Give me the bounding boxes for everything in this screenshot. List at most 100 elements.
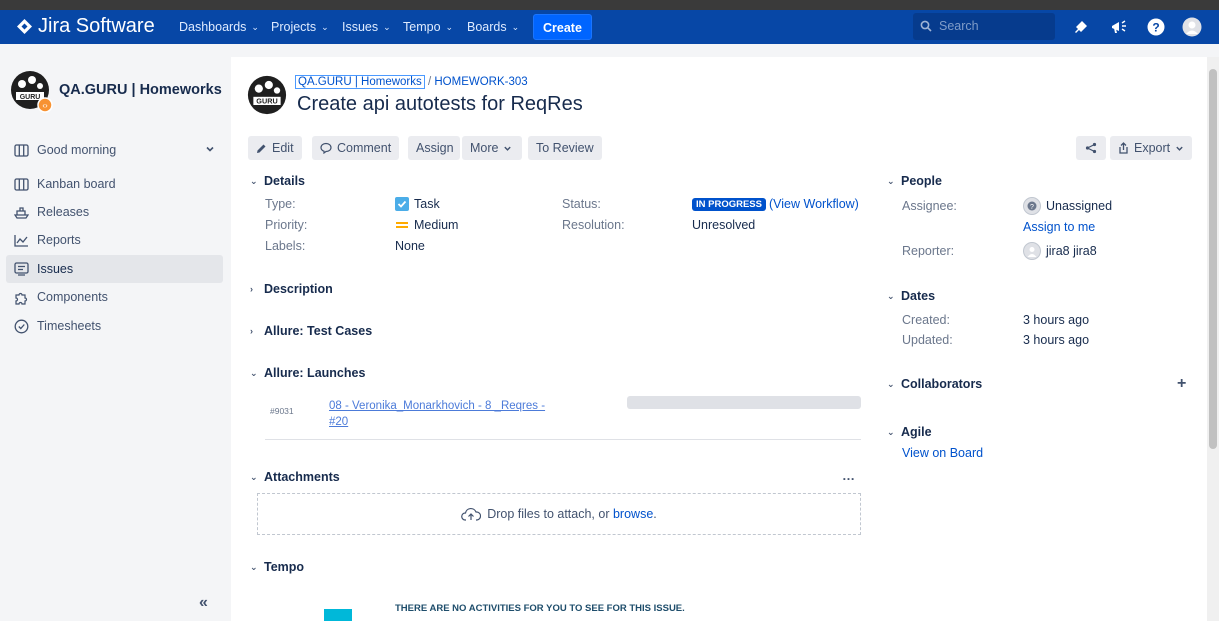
allure-launches-heading: Allure: Launches <box>264 366 366 380</box>
page-scrollbar[interactable] <box>1207 57 1219 621</box>
scrollbar-thumb[interactable] <box>1209 69 1217 449</box>
nav-issues[interactable]: Issues ⌄ <box>342 10 391 44</box>
nav-dashboards[interactable]: Dashboards ⌄ <box>179 10 259 44</box>
assignee-label: Assignee: <box>902 199 957 213</box>
updated-label: Updated: <box>902 333 953 347</box>
tempo-heading: Tempo <box>264 560 305 574</box>
chevron-down-icon: ⌄ <box>511 21 520 32</box>
reporter-value[interactable]: jira8 jira8 <box>1023 242 1097 260</box>
priority-medium-icon <box>396 222 408 228</box>
view-workflow-link[interactable]: (View Workflow) <box>769 197 859 211</box>
tempo-empty-notice: THERE ARE NO ACTIVITIES FOR YOU TO SEE F… <box>395 603 685 614</box>
chevron-down-icon: ⌄ <box>887 426 895 437</box>
issue-title[interactable]: Create api autotests for ReqRes <box>297 93 583 116</box>
labels-value: None <box>395 239 425 253</box>
breadcrumb-issue-key[interactable]: HOMEWORK-303 <box>434 76 527 88</box>
tempo-section-toggle[interactable]: ⌄ Tempo <box>250 560 304 574</box>
sidebar-item-label: Components <box>37 290 108 304</box>
help-icon[interactable]: ? <box>1145 16 1167 38</box>
agile-section-toggle[interactable]: ⌄ Agile <box>887 425 932 439</box>
issues-icon <box>12 260 30 278</box>
issue-view: GURU QA.GURU | Homeworks / HOMEWORK-303 … <box>231 57 1207 621</box>
svg-text:?: ? <box>1152 21 1159 35</box>
notifications-icon[interactable] <box>1070 16 1092 38</box>
share-icon <box>1085 142 1097 154</box>
search-placeholder: Search <box>939 19 979 33</box>
chevron-down-icon <box>206 146 214 152</box>
project-avatar[interactable]: GURU ‹› <box>10 70 53 113</box>
create-button[interactable]: Create <box>533 14 592 40</box>
people-section-toggle[interactable]: ⌄ People <box>887 174 942 188</box>
details-heading: Details <box>264 174 305 188</box>
export-icon <box>1119 142 1128 154</box>
reporter-label: Reporter: <box>902 244 955 258</box>
svg-text:‹›: ‹› <box>42 101 48 110</box>
jira-logo[interactable]: Jira Software <box>16 15 155 38</box>
type-value-text: Task <box>414 197 440 211</box>
breadcrumb-separator: / <box>427 76 432 88</box>
nav-tempo[interactable]: Tempo ⌄ <box>403 10 453 44</box>
attachment-dropzone[interactable]: Drop files to attach, or browse. <box>257 493 861 535</box>
assign-label: Assign <box>416 141 454 155</box>
puzzle-icon <box>12 288 30 306</box>
breadcrumb-project[interactable]: QA.GURU | Homeworks <box>295 75 425 89</box>
launch-name-line2: #20 <box>329 416 349 428</box>
allure-launches-section-toggle[interactable]: ⌄ Allure: Launches <box>250 366 365 380</box>
pencil-icon <box>257 144 266 153</box>
announcements-icon[interactable] <box>1108 16 1130 38</box>
sidebar-item-releases[interactable]: Releases <box>6 198 223 226</box>
type-label: Type: <box>265 197 296 211</box>
description-section-toggle[interactable]: › Description <box>250 282 333 296</box>
launch-link[interactable]: 08 - Veronika_Monarkhovich - 8 _Reqres -… <box>329 398 545 430</box>
allure-test-cases-section-toggle[interactable]: › Allure: Test Cases <box>250 324 372 338</box>
chevron-down-icon: ⌄ <box>887 378 895 389</box>
export-button[interactable]: Export <box>1110 136 1193 160</box>
project-name[interactable]: QA.GURU | Homeworks <box>59 82 222 98</box>
sidebar-item-label: Good morning <box>37 143 117 157</box>
search-icon <box>920 20 932 32</box>
agile-heading: Agile <box>901 425 932 439</box>
more-button[interactable]: More <box>462 136 522 160</box>
details-section-toggle[interactable]: ⌄ Details <box>250 174 305 188</box>
attachments-section-toggle[interactable]: ⌄ Attachments <box>250 470 340 484</box>
assign-button[interactable]: Assign <box>408 136 460 160</box>
top-navigation: Jira Software Dashboards ⌄ Projects ⌄ Issu… <box>0 10 1219 44</box>
to-review-button[interactable]: To Review <box>528 136 602 160</box>
chevron-right-icon: › <box>250 284 253 294</box>
unassigned-avatar-icon: ? <box>1023 197 1041 215</box>
assign-to-me-link[interactable]: Assign to me <box>1023 220 1095 234</box>
sidebar-item-reports[interactable]: Reports <box>6 226 223 254</box>
share-button[interactable] <box>1076 136 1106 160</box>
drop-text: Drop files to attach, or browse. <box>487 507 657 521</box>
sidebar-item-issues[interactable]: Issues <box>6 255 223 283</box>
add-collaborator-button[interactable]: + <box>1177 375 1186 393</box>
nav-projects[interactable]: Projects ⌄ <box>271 10 329 44</box>
task-checkbox-icon <box>395 197 409 211</box>
nav-issues-label: Issues <box>342 20 379 34</box>
view-on-board-link[interactable]: View on Board <box>902 446 983 460</box>
collapse-sidebar-button[interactable]: « <box>199 594 208 612</box>
sidebar-item-timesheets[interactable]: Timesheets <box>6 312 223 340</box>
chevron-right-icon: › <box>250 326 253 336</box>
type-value: Task <box>395 197 440 211</box>
search-input[interactable]: Search <box>913 13 1055 40</box>
user-avatar-icon[interactable] <box>1181 16 1203 38</box>
sidebar-item-good-morning[interactable]: Good morning <box>6 136 223 164</box>
launch-progress-bar <box>627 396 861 409</box>
description-heading: Description <box>264 282 333 296</box>
chevron-down-icon: ⌄ <box>250 471 258 482</box>
attachments-more-icon[interactable]: … <box>842 468 855 483</box>
clock-icon <box>12 317 30 335</box>
sidebar-item-kanban-board[interactable]: Kanban board <box>6 170 223 198</box>
sidebar-item-label: Releases <box>37 205 90 219</box>
nav-boards[interactable]: Boards ⌄ <box>467 10 519 44</box>
dates-section-toggle[interactable]: ⌄ Dates <box>887 289 935 303</box>
chevron-down-icon: ⌄ <box>250 367 258 378</box>
sidebar-item-components[interactable]: Components <box>6 283 223 311</box>
edit-button[interactable]: Edit <box>248 136 302 160</box>
comment-button[interactable]: Comment <box>312 136 400 160</box>
issue-project-avatar: GURU <box>247 75 287 118</box>
collaborators-section-toggle[interactable]: ⌄ Collaborators <box>887 377 982 391</box>
chevron-down-icon <box>504 146 512 151</box>
browse-link[interactable]: browse <box>613 507 653 521</box>
